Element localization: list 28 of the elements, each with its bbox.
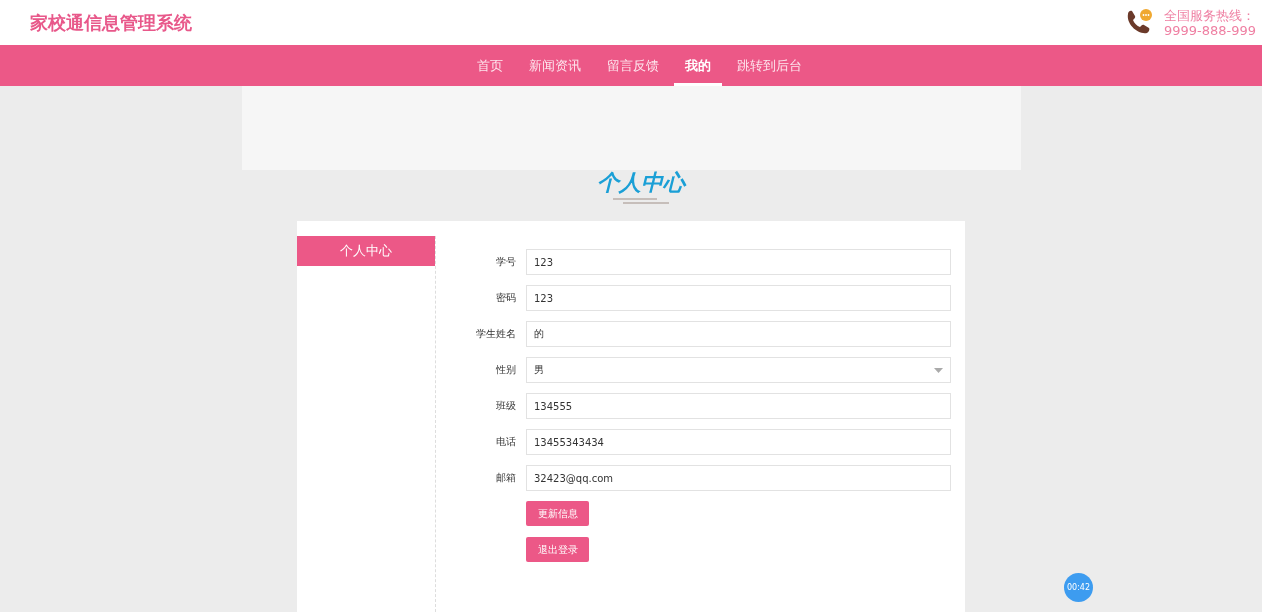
field-label: 班级 <box>495 399 516 413</box>
sidebar-item[interactable]: 个人中心 <box>297 236 435 266</box>
nav-link[interactable]: 新闻资讯 <box>517 45 592 86</box>
form-button[interactable]: 更新信息 <box>526 501 589 526</box>
site-title: 家校通信息管理系统 <box>30 10 192 35</box>
recorder-timer: 00:42 <box>1064 573 1093 602</box>
input-field[interactable]: 123 <box>526 249 951 275</box>
field-label: 性别 <box>495 363 516 377</box>
input-field[interactable]: 13455343434 <box>526 429 951 455</box>
input-field[interactable]: 的 <box>526 321 951 347</box>
input-field[interactable]: 32423@qq.com <box>526 465 951 491</box>
input-field[interactable]: 123 <box>526 285 951 311</box>
field-label: 邮箱 <box>495 471 516 485</box>
page-title: 个人中心 <box>597 169 685 197</box>
nav-link[interactable]: 留言反馈 <box>595 45 670 86</box>
select-field[interactable]: 男 <box>526 357 951 383</box>
field-label: 学号 <box>495 255 516 269</box>
form-button[interactable]: 退出登录 <box>526 537 589 562</box>
hotline-label: 全国服务热线： <box>1163 7 1256 23</box>
field-label: 学生姓名 <box>475 327 516 341</box>
field-label: 密码 <box>495 291 516 305</box>
nav-link[interactable]: 跳转到后台 <box>725 45 813 86</box>
title-underline-drawing <box>613 198 669 204</box>
field-label: 电话 <box>495 435 516 449</box>
hotline-number: 9999-888-999 <box>1163 22 1256 38</box>
dropdown-arrow-icon <box>934 367 943 373</box>
nav-link[interactable]: 首页 <box>465 45 514 86</box>
input-field[interactable]: 134555 <box>526 393 951 419</box>
